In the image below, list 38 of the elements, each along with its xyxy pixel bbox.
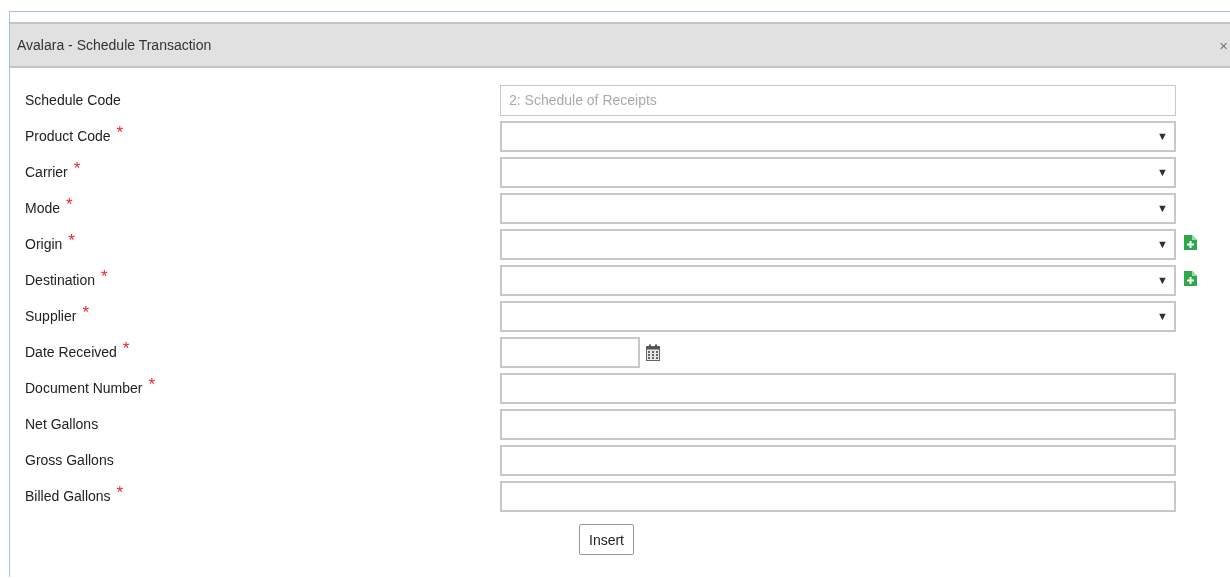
field-label: Product Code: [25, 127, 111, 144]
field-label: Net Gallons: [25, 416, 99, 432]
dropdown[interactable]: ▼: [500, 300, 1176, 332]
dropdown[interactable]: ▼: [500, 120, 1176, 152]
date-field[interactable]: [500, 336, 640, 368]
field-label: Carrier: [25, 163, 68, 180]
field-label: Schedule Code: [25, 92, 121, 108]
required-mark: *: [73, 159, 81, 177]
dropdown[interactable]: ▼: [500, 156, 1176, 188]
dialog-title: Avalara - Schedule Transaction: [17, 37, 212, 53]
field-label: Mode: [25, 199, 61, 216]
required-mark: *: [148, 375, 156, 393]
field-label: Gross Gallons: [25, 452, 114, 468]
text-field[interactable]: [500, 480, 1176, 512]
required-mark: *: [122, 339, 130, 357]
required-mark: *: [116, 483, 124, 501]
field-label: Billed Gallons: [25, 487, 111, 504]
dropdown[interactable]: ▼: [500, 264, 1176, 296]
dropdown[interactable]: ▼: [500, 228, 1176, 260]
field-label: Supplier: [25, 307, 77, 324]
field-label: Document Number: [25, 379, 143, 396]
text-field[interactable]: [500, 408, 1176, 440]
required-mark: *: [101, 267, 108, 285]
required-mark: *: [68, 231, 75, 249]
required-mark: *: [82, 303, 89, 321]
field-label: Origin: [25, 235, 63, 252]
field-label: Date Received: [25, 343, 117, 360]
add-document-icon[interactable]: [1184, 270, 1197, 286]
add-document-icon[interactable]: [1184, 234, 1197, 250]
insert-button[interactable]: Insert: [579, 524, 634, 555]
text-field[interactable]: [500, 372, 1176, 404]
calendar-icon[interactable]: [646, 343, 660, 361]
required-mark: *: [116, 123, 124, 141]
text-field[interactable]: [500, 444, 1176, 476]
close-button[interactable]: ×: [1217, 36, 1230, 54]
required-mark: *: [66, 195, 73, 213]
dropdown[interactable]: ▼: [500, 192, 1176, 224]
field-label: Destination: [25, 271, 96, 288]
